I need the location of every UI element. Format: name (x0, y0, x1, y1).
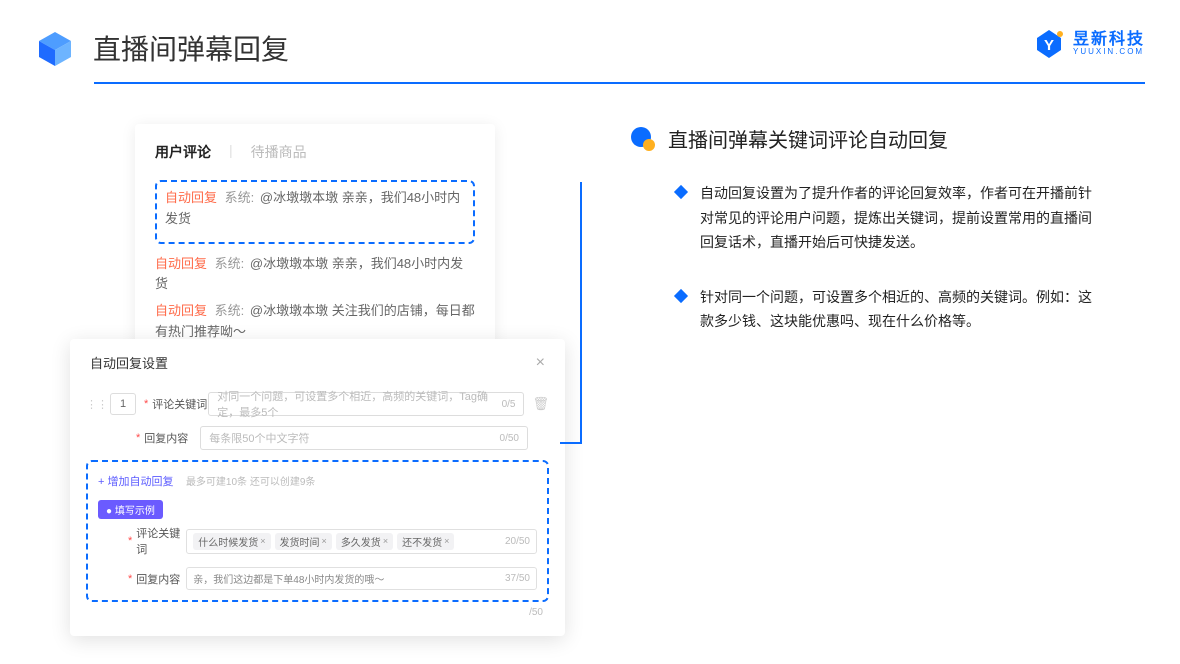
settings-modal: 自动回复设置 × ⋮⋮ 1 * 评论关键词 对同一个问题，可设置多个相近，高频的… (70, 339, 565, 636)
add-hint: 最多可建10条 还可以创建9条 (186, 477, 315, 488)
comment-item: 自动回复 系统: @冰墩墩本墩 亲亲，我们48小时内发货 (165, 188, 465, 230)
brand-block: Y 昱新科技 YUUXIN.COM (1033, 28, 1145, 60)
tag-remove-icon[interactable]: × (383, 536, 388, 546)
keyword-row: ⋮⋮ 1 * 评论关键词 对同一个问题，可设置多个相近，高频的关键词，Tag确定… (86, 392, 549, 416)
paragraph-1: 自动回复设置为了提升作者的评论回复效率，作者可在开播前针对常见的评论用户问题，提… (630, 181, 1100, 255)
tab-divider: | (229, 142, 233, 162)
tab-user-comments[interactable]: 用户评论 (155, 142, 211, 162)
tag-remove-icon[interactable]: × (322, 536, 327, 546)
page-header: 直播间弹幕回复 Y 昱新科技 YUUXIN.COM (0, 0, 1180, 68)
tab-pending-goods[interactable]: 待播商品 (251, 142, 307, 162)
highlighted-comment: 自动回复 系统: @冰墩墩本墩 亲亲，我们48小时内发货 (155, 180, 475, 244)
outer-count: /50 (529, 607, 543, 618)
example-reply-row: * 回复内容 亲，我们这边都是下单48小时内发货的哦～ 37/50 (98, 567, 537, 590)
brand-domain: YUUXIN.COM (1073, 48, 1145, 57)
brand-logo-icon: Y (1033, 28, 1065, 60)
chat-bubble-icon (630, 126, 656, 152)
index-box: 1 (110, 393, 136, 415)
add-reply-link[interactable]: + 增加自动回复 (98, 476, 173, 488)
example-badge: ● 填写示例 (98, 500, 163, 519)
keyword-tag[interactable]: 多久发货× (336, 533, 393, 550)
keyword-tag[interactable]: 发货时间× (275, 533, 332, 550)
drag-handle-icon[interactable]: ⋮⋮ (86, 398, 102, 411)
example-box: + 增加自动回复 最多可建10条 还可以创建9条 ● 填写示例 * 评论关键词 … (86, 460, 549, 602)
reply-row: * 回复内容 每条限50个中文字符 0/50 (86, 426, 549, 450)
keyword-label: 评论关键词 (152, 396, 208, 412)
keyword-tag[interactable]: 还不发货× (397, 533, 454, 550)
close-icon[interactable]: × (536, 354, 545, 372)
svg-text:Y: Y (1044, 37, 1054, 54)
delete-icon[interactable]: 🗑 (532, 396, 549, 412)
comment-item: 自动回复 系统: @冰墩墩本墩 关注我们的店铺，每日都有热门推荐呦～ (155, 301, 475, 343)
brand-name: 昱新科技 (1073, 31, 1145, 49)
keyword-input[interactable]: 对同一个问题，可设置多个相近，高频的关键词，Tag确定，最多5个 0/5 (208, 392, 524, 416)
tag-remove-icon[interactable]: × (260, 536, 265, 546)
description-panel: 直播间弹幕关键词评论自动回复 自动回复设置为了提升作者的评论回复效率，作者可在开… (580, 124, 1100, 364)
cube-icon (35, 28, 75, 68)
section-title: 直播间弹幕关键词评论自动回复 (668, 124, 948, 153)
example-reply-input[interactable]: 亲，我们这边都是下单48小时内发货的哦～ 37/50 (186, 567, 537, 590)
example-keyword-row: * 评论关键词 什么时候发货×发货时间×多久发货×还不发货× 20/50 (98, 525, 537, 557)
auto-reply-tag: 自动回复 (165, 190, 217, 205)
modal-title: 自动回复设置 (90, 353, 168, 372)
diamond-bullet-icon (674, 288, 688, 302)
example-keyword-input[interactable]: 什么时候发货×发货时间×多久发货×还不发货× 20/50 (186, 529, 537, 554)
paragraph-2: 针对同一个问题，可设置多个相近的、高频的关键词。例如：这款多少钱、这块能优惠吗、… (630, 285, 1100, 334)
system-tag: 系统: (225, 190, 255, 205)
reply-label: 回复内容 (144, 430, 200, 446)
comment-item: 自动回复 系统: @冰墩墩本墩 亲亲，我们48小时内发货 (155, 254, 475, 296)
keyword-tag[interactable]: 什么时候发货× (193, 533, 270, 550)
diamond-bullet-icon (674, 185, 688, 199)
connector-line (560, 442, 580, 444)
page-title: 直播间弹幕回复 (93, 28, 289, 68)
tag-remove-icon[interactable]: × (444, 536, 449, 546)
connector-line (580, 182, 582, 444)
screenshot-panel: 用户评论 | 待播商品 自动回复 系统: @冰墩墩本墩 亲亲，我们48小时内发货… (70, 124, 580, 364)
reply-input[interactable]: 每条限50个中文字符 0/50 (200, 426, 528, 450)
